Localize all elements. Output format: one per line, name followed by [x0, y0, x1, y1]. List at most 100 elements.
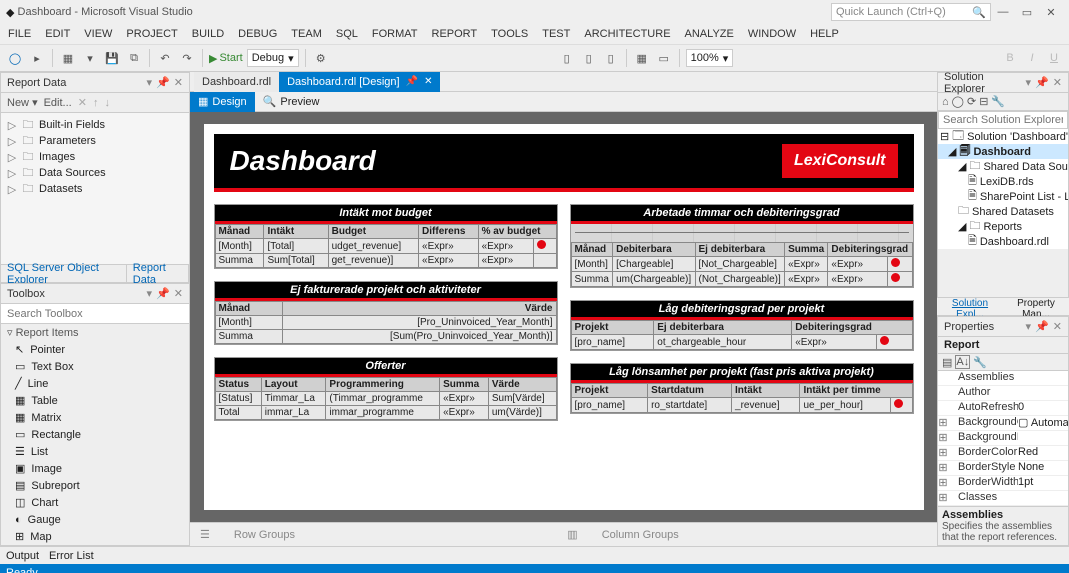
tool-subreport[interactable]: ▤Subreport: [1, 477, 189, 494]
menu-format[interactable]: FORMAT: [372, 28, 418, 40]
align-right-icon[interactable]: ▯: [602, 49, 620, 67]
new-project-button[interactable]: ▦: [59, 49, 77, 67]
menu-debug[interactable]: DEBUG: [238, 28, 277, 40]
menu-edit[interactable]: EDIT: [45, 28, 70, 40]
config-combo[interactable]: Debug ▾: [247, 49, 299, 67]
tab-sql-explorer[interactable]: SQL Server Object Explorer: [1, 265, 127, 282]
sln-ds1[interactable]: 🗎LexiDB.rds: [938, 174, 1068, 189]
home-icon[interactable]: ⌂: [942, 96, 949, 108]
sln-root[interactable]: ⊟🗔Solution 'Dashboard' (1 project: [938, 129, 1068, 144]
nav-back-button[interactable]: ◯: [6, 49, 24, 67]
subtab-design[interactable]: ▦Design: [190, 92, 255, 112]
properties-icon[interactable]: 🔧: [991, 95, 1005, 108]
tool-matrix[interactable]: ▦Matrix: [1, 409, 189, 426]
prop-row[interactable]: AutoRefresh0: [938, 401, 1068, 416]
menu-team[interactable]: TEAM: [291, 28, 322, 40]
subtab-preview[interactable]: 🔍Preview: [255, 92, 328, 112]
pin-icon[interactable]: 📌: [156, 76, 170, 89]
tool-list[interactable]: ☰List: [1, 443, 189, 460]
tool-gauge[interactable]: ◐Gauge: [1, 511, 189, 528]
sln-shared-ds[interactable]: ◢🗀Shared Data Sources: [938, 159, 1068, 174]
redo-button[interactable]: ↷: [178, 49, 196, 67]
align-left-icon[interactable]: ▯: [558, 49, 576, 67]
tool-textbox[interactable]: ▭Text Box: [1, 358, 189, 375]
ptab-propman[interactable]: Property Man...: [1003, 298, 1069, 315]
panel-dropdown-icon[interactable]: ▾: [147, 287, 153, 300]
down-icon[interactable]: ↓: [104, 97, 110, 109]
panel-dropdown-icon[interactable]: ▾: [1026, 320, 1032, 333]
save-button[interactable]: 💾: [103, 49, 121, 67]
tool-rectangle[interactable]: ▭Rectangle: [1, 426, 189, 443]
sln-report-file[interactable]: 🗎Dashboard.rdl: [938, 234, 1068, 249]
tool-image[interactable]: ▣Image: [1, 460, 189, 477]
menu-help[interactable]: HELP: [810, 28, 839, 40]
panel-close-icon[interactable]: ✕: [1053, 320, 1062, 333]
pin-icon[interactable]: 📌: [156, 287, 170, 300]
design-canvas[interactable]: Dashboard LexiConsult Intäkt mot budget …: [190, 112, 937, 522]
prop-row[interactable]: ⊞BackgroundC▢ Automatic: [938, 416, 1068, 431]
prop-row[interactable]: Author: [938, 386, 1068, 401]
refresh-icon[interactable]: ⟳: [967, 95, 976, 108]
prop-row[interactable]: ⊞Classes: [938, 491, 1068, 506]
bold-icon[interactable]: B: [1001, 49, 1019, 67]
tool-icon[interactable]: ⚙: [312, 49, 330, 67]
widget-arbetade[interactable]: Arbetade timmar och debiteringsgrad Måna…: [570, 204, 914, 288]
tool-map[interactable]: ⊞Map: [1, 528, 189, 545]
widget-ejfakt[interactable]: Ej fakturerade projekt och aktiviteter M…: [214, 281, 558, 345]
menu-analyze[interactable]: ANALYZE: [685, 28, 734, 40]
menu-build[interactable]: BUILD: [192, 28, 224, 40]
sln-reports[interactable]: ◢🗀Reports: [938, 219, 1068, 234]
start-button[interactable]: ▶ Start: [209, 52, 243, 65]
zoom-combo[interactable]: 100% ▾: [686, 49, 734, 67]
tab-pin-icon[interactable]: 📌: [406, 76, 418, 87]
collapse-icon[interactable]: ⊟: [979, 95, 988, 108]
back-icon[interactable]: ◯: [952, 95, 964, 108]
prop-row[interactable]: ⊞BorderColorRed: [938, 446, 1068, 461]
tab-errorlist[interactable]: Error List: [49, 550, 94, 562]
menu-tools[interactable]: TOOLS: [491, 28, 528, 40]
panel-dropdown-icon[interactable]: ▾: [1026, 76, 1032, 89]
grid-icon[interactable]: ▦: [633, 49, 651, 67]
menu-architecture[interactable]: ARCHITECTURE: [584, 28, 670, 40]
sln-shared-datasets[interactable]: 🗀Shared Datasets: [938, 204, 1068, 219]
widget-lagdeb[interactable]: Låg debiteringsgrad per projekt ProjektE…: [570, 300, 914, 351]
widget-intakt[interactable]: Intäkt mot budget MånadIntäktBudgetDiffe…: [214, 204, 558, 269]
ptab-solution[interactable]: Solution Expl...: [937, 298, 1003, 315]
prop-row[interactable]: ⊞BorderWidth1pt: [938, 476, 1068, 491]
panel-close-icon[interactable]: ✕: [1053, 76, 1062, 89]
events-icon[interactable]: 🔧: [973, 356, 987, 369]
report-data-new[interactable]: New ▾: [7, 96, 38, 109]
widget-offerter[interactable]: Offerter StatusLayoutProgrammeringSummaV…: [214, 357, 558, 421]
tool-pointer[interactable]: ↖Pointer: [1, 341, 189, 358]
menu-file[interactable]: FILE: [8, 28, 31, 40]
save-all-button[interactable]: ⧉: [125, 49, 143, 67]
menu-test[interactable]: TEST: [542, 28, 570, 40]
menu-view[interactable]: VIEW: [84, 28, 112, 40]
tool-table[interactable]: ▦Table: [1, 392, 189, 409]
doc-tab-0[interactable]: Dashboard.rdl: [194, 72, 279, 92]
pin-icon[interactable]: 📌: [1035, 320, 1049, 333]
menu-window[interactable]: WINDOW: [748, 28, 796, 40]
report-data-edit[interactable]: Edit...: [44, 97, 72, 109]
prop-row[interactable]: ⊞BorderStyleNone: [938, 461, 1068, 476]
tool-line[interactable]: ╱Line: [1, 375, 189, 392]
menu-sql[interactable]: SQL: [336, 28, 358, 40]
sln-project[interactable]: ◢🗐Dashboard: [938, 144, 1068, 159]
prop-row[interactable]: Assemblies: [938, 371, 1068, 386]
tab-report-data[interactable]: Report Data: [127, 265, 189, 282]
widget-laglon[interactable]: Låg lönsamhet per projekt (fast pris akt…: [570, 363, 914, 414]
tree-datasets[interactable]: ▷🗀Datasets: [7, 181, 183, 197]
underline-icon[interactable]: U: [1045, 49, 1063, 67]
maximize-button[interactable]: ▭: [1015, 6, 1039, 19]
delete-icon[interactable]: ✕: [78, 96, 87, 109]
quick-launch-input[interactable]: Quick Launch (Ctrl+Q)🔍: [831, 3, 991, 21]
categorized-icon[interactable]: ▤: [942, 356, 952, 369]
doc-tab-1[interactable]: Dashboard.rdl [Design]📌✕: [279, 72, 440, 92]
solution-search-input[interactable]: [938, 111, 1068, 129]
panel-close-icon[interactable]: ✕: [174, 76, 183, 89]
toolbox-group[interactable]: ▿ Report Items: [1, 324, 189, 341]
sln-ds2[interactable]: 🗎SharePoint List - Lex: [938, 189, 1068, 204]
undo-button[interactable]: ↶: [156, 49, 174, 67]
tab-close-icon[interactable]: ✕: [424, 76, 432, 87]
align-center-icon[interactable]: ▯: [580, 49, 598, 67]
